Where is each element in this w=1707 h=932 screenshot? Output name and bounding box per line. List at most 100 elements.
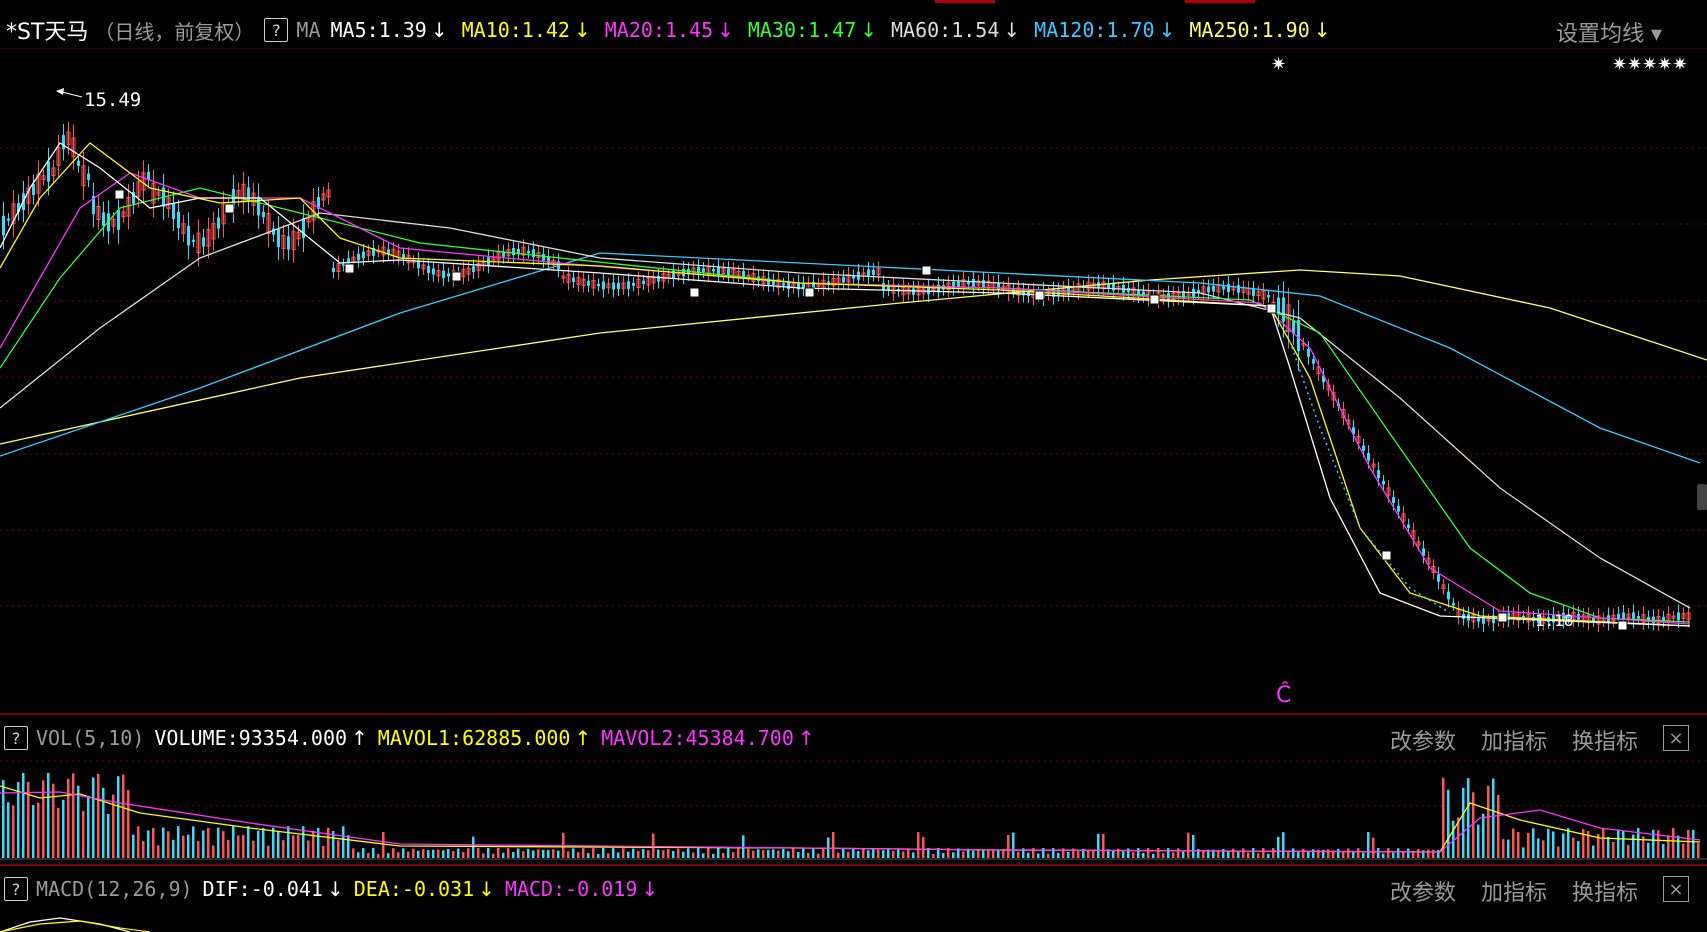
macd-help-button[interactable]: ? — [4, 877, 28, 901]
macd-chart[interactable] — [0, 908, 1707, 932]
volume-bar — [1447, 789, 1450, 858]
volume-bar — [647, 850, 650, 858]
volume-bar — [592, 848, 595, 858]
volume-bar — [627, 851, 630, 858]
candle-body — [842, 276, 845, 283]
volume-bar — [347, 835, 350, 858]
volume-bar — [1277, 836, 1280, 858]
volume-bar — [217, 827, 220, 858]
volume-bar — [1327, 849, 1330, 858]
volume-bar — [72, 773, 75, 858]
volume-bar — [427, 850, 430, 858]
candle-body — [117, 209, 120, 230]
candle-body — [472, 266, 475, 273]
volume-bar — [402, 848, 405, 858]
volume-bar — [1127, 848, 1130, 858]
white-marker — [1497, 612, 1508, 623]
volume-bar — [87, 797, 90, 858]
price-scroll-handle — [1697, 484, 1707, 510]
c-marker-label: Ĉ — [1276, 682, 1291, 708]
vol-mavol2-value: MAVOL2:45384.700 ↑ — [601, 726, 815, 750]
price-chart[interactable]: 15.491.18Ĉ✷ ✷✷✷✷✷ — [0, 48, 1707, 708]
volume-bar — [1132, 852, 1135, 858]
candle-body — [1297, 319, 1300, 352]
volume-bar — [1462, 787, 1465, 858]
volume-bar — [907, 848, 910, 858]
top-accent-left — [935, 0, 995, 3]
volume-bar — [1302, 848, 1305, 858]
volume-bar — [97, 773, 100, 858]
vol-close-button[interactable]: × — [1663, 725, 1689, 751]
volume-bar — [1547, 828, 1550, 858]
volume-chart[interactable] — [0, 758, 1707, 860]
white-marker — [344, 263, 355, 274]
white-marker — [804, 287, 815, 298]
volume-bar — [1272, 848, 1275, 858]
volume-bar — [322, 845, 325, 858]
candle-body — [572, 277, 575, 282]
volume-bar — [1177, 848, 1180, 858]
macd-dea-line — [0, 920, 151, 932]
white-marker — [1149, 294, 1160, 305]
vol-change-params-button[interactable]: 改参数 — [1390, 724, 1456, 756]
volume-bar — [1687, 830, 1690, 858]
candle-body — [532, 249, 535, 258]
candle-body — [527, 250, 530, 254]
candle-body — [882, 283, 885, 291]
vol-help-button[interactable]: ? — [4, 726, 28, 750]
candle-body — [177, 211, 180, 229]
volume-bar — [442, 850, 445, 858]
macd-change-params-button[interactable]: 改参数 — [1390, 875, 1456, 907]
high-pointer-arrow — [56, 88, 64, 95]
candle-body — [972, 278, 975, 287]
macd-switch-indicator-button[interactable]: 换指标 — [1572, 875, 1638, 907]
volume-bar — [642, 849, 645, 858]
volume-bar — [992, 849, 995, 858]
volume-bar — [872, 849, 875, 858]
volume-bar — [1377, 848, 1380, 858]
macd-dea-value: DEA:-0.031 ↓ — [353, 877, 495, 901]
volume-bar — [697, 848, 700, 858]
candle-body — [702, 268, 705, 273]
ma-help-button[interactable]: ? — [264, 18, 289, 42]
volume-bar — [987, 849, 990, 858]
volume-bar — [527, 848, 530, 858]
volume-bar — [277, 831, 280, 858]
white-marker — [921, 265, 932, 276]
volume-bar — [1577, 841, 1580, 858]
volume-bar — [1522, 847, 1525, 858]
volume-bar — [477, 848, 480, 858]
volume-bar — [237, 835, 240, 858]
volume-bar — [222, 831, 225, 858]
volume-bar — [857, 851, 860, 858]
vol-switch-indicator-button[interactable]: 换指标 — [1572, 724, 1638, 756]
stock-title: *ST天马 — [6, 20, 89, 45]
candle-body — [982, 279, 985, 287]
volume-bar — [1397, 848, 1400, 858]
volume-bar — [337, 840, 340, 858]
volume-bar — [772, 849, 775, 858]
volume-bar — [247, 826, 250, 858]
vol-add-indicator-button[interactable]: 加指标 — [1481, 724, 1547, 756]
volume-bar — [32, 805, 35, 858]
volume-bar — [797, 852, 800, 858]
candle-body — [62, 135, 65, 150]
volume-bar — [52, 783, 55, 858]
volume-bar — [622, 848, 625, 858]
volume-bar — [732, 852, 735, 858]
macd-add-indicator-button[interactable]: 加指标 — [1481, 875, 1547, 907]
ma-settings-button[interactable]: 设置均线 ▾ — [1556, 16, 1662, 48]
volume-bar — [1122, 851, 1125, 858]
candle-body — [32, 184, 35, 196]
candle-body — [2, 215, 5, 236]
volume-bar — [1337, 848, 1340, 858]
volume-bar — [1112, 850, 1115, 858]
volume-bar — [1532, 828, 1535, 858]
volume-bar — [1242, 848, 1245, 858]
volume-bar — [887, 849, 890, 858]
white-marker — [1617, 620, 1628, 631]
macd-close-button[interactable]: × — [1663, 876, 1689, 902]
candle-body — [1252, 288, 1255, 296]
volume-bar — [352, 848, 355, 858]
volume-bar — [167, 831, 170, 858]
